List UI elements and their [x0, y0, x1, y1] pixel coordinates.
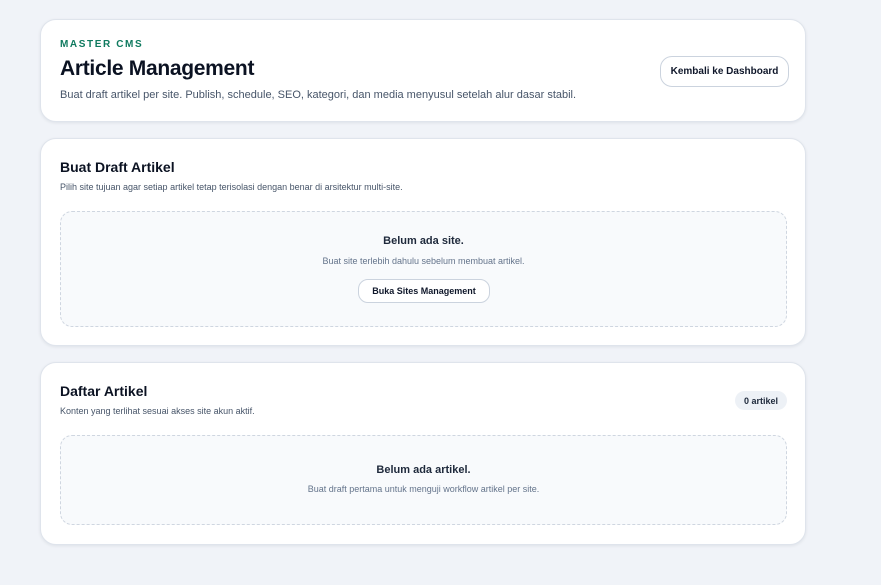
create-draft-description: Pilih site tujuan agar setiap artikel te… — [60, 182, 403, 192]
no-sites-title: Belum ada site. — [383, 235, 464, 247]
article-list-description: Konten yang terlihat sesuai akses site a… — [60, 406, 255, 416]
header-card: MASTER CMS Article Management Buat draft… — [40, 19, 806, 122]
page-description: Buat draft artikel per site. Publish, sc… — [60, 89, 577, 101]
no-articles-title: Belum ada artikel. — [376, 464, 471, 476]
open-sites-management-button[interactable]: Buka Sites Management — [358, 279, 490, 303]
create-draft-card: Buat Draft Artikel Pilih site tujuan aga… — [40, 138, 806, 346]
back-to-dashboard-button[interactable]: Kembali ke Dashboard — [660, 56, 789, 87]
article-list-card: Daftar Artikel Konten yang terlihat sesu… — [40, 362, 806, 545]
article-list-title: Daftar Artikel — [60, 383, 148, 399]
no-sites-empty-state: Belum ada site. Buat site terlebih dahul… — [60, 211, 787, 327]
page-title: Article Management — [60, 57, 255, 80]
no-articles-description: Buat draft pertama untuk menguji workflo… — [307, 484, 540, 494]
article-count-badge: 0 artikel — [735, 391, 788, 410]
eyebrow-label: MASTER CMS — [60, 39, 144, 50]
create-draft-title: Buat Draft Artikel — [60, 159, 175, 175]
no-articles-empty-state: Belum ada artikel. Buat draft pertama un… — [60, 435, 787, 525]
no-sites-description: Buat site terlebih dahulu sebelum membua… — [322, 256, 525, 266]
